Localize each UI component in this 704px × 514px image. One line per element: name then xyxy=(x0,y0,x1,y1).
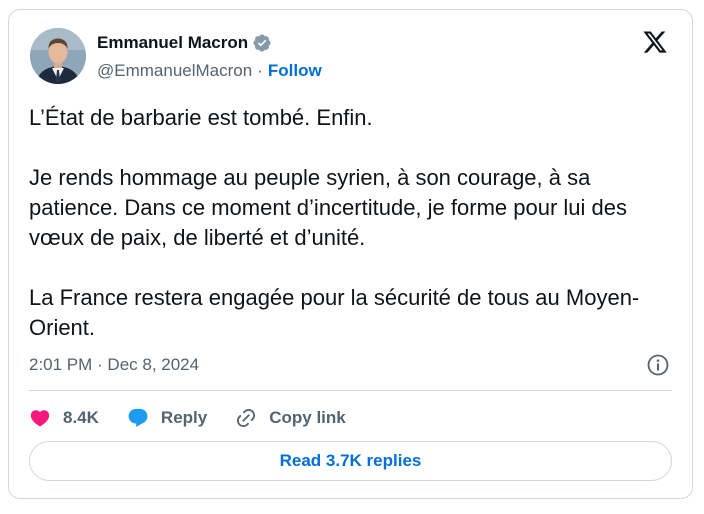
like-button[interactable]: 8.4K xyxy=(29,407,99,429)
heart-icon xyxy=(30,410,50,427)
follow-button[interactable]: Follow xyxy=(268,61,322,81)
avatar[interactable] xyxy=(30,28,86,84)
tweet-paragraph: La France restera engagée pour la sécuri… xyxy=(29,285,640,340)
person-avatar-icon xyxy=(30,28,86,84)
tweet-paragraph: Je rends hommage au peuple syrien, à son… xyxy=(29,165,627,250)
verified-badge-icon xyxy=(253,34,271,52)
read-replies-button[interactable]: Read 3.7K replies xyxy=(29,441,672,481)
info-icon[interactable] xyxy=(646,353,670,377)
tweet-card: Emmanuel Macron @EmmanuelMacron · Follow… xyxy=(8,9,693,499)
action-bar: 8.4K Reply Copy link xyxy=(29,403,346,433)
handle-row: @EmmanuelMacron · Follow xyxy=(97,61,322,81)
link-icon xyxy=(237,408,256,428)
author-name-row: Emmanuel Macron xyxy=(97,33,272,53)
x-logo-icon[interactable] xyxy=(642,29,668,55)
reply-button[interactable]: Reply xyxy=(127,407,207,429)
tweet-paragraph: L’État de barbarie est tombé. Enfin. xyxy=(29,105,373,130)
tweet-text: L’État de barbarie est tombé. Enfin. Je … xyxy=(29,103,669,343)
like-count: 8.4K xyxy=(63,408,99,427)
timestamp[interactable]: 2:01 PM · Dec 8, 2024 xyxy=(29,355,199,375)
reply-label: Reply xyxy=(160,408,208,427)
copy-link-button[interactable]: Copy link xyxy=(235,407,346,429)
display-name[interactable]: Emmanuel Macron xyxy=(97,33,248,53)
reply-bubble-icon xyxy=(128,408,148,427)
copy-link-label: Copy link xyxy=(269,408,346,427)
separator: · xyxy=(257,61,263,80)
divider xyxy=(29,390,672,391)
handle[interactable]: @EmmanuelMacron xyxy=(97,61,252,81)
